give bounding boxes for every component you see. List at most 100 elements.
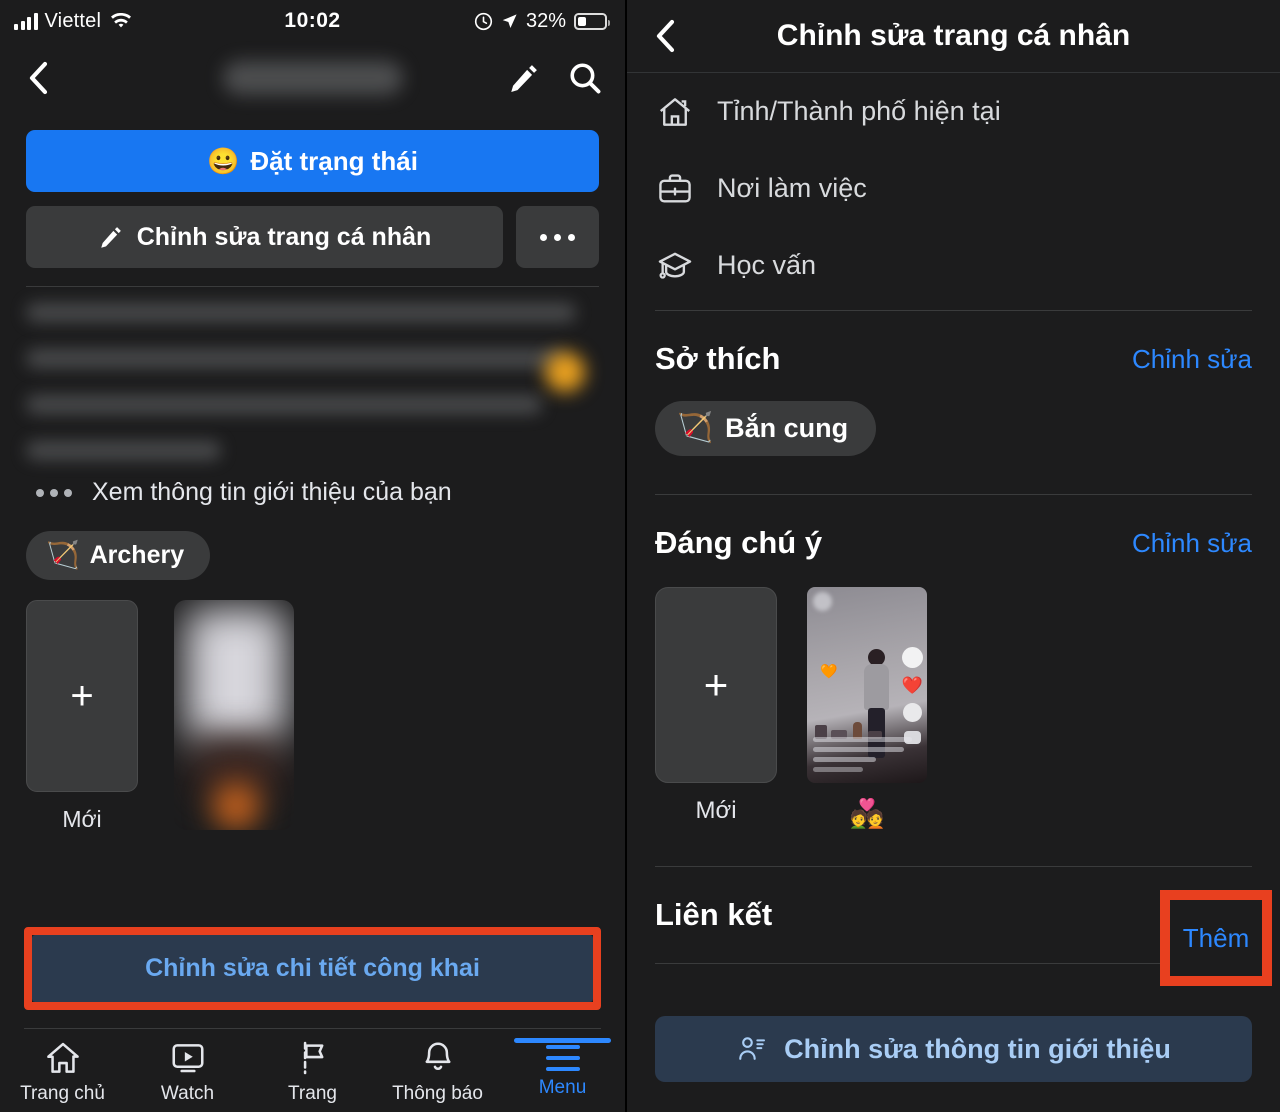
plus-icon: + — [70, 673, 94, 718]
hobbies-edit-link[interactable]: Chỉnh sửa — [1132, 344, 1252, 375]
set-status-button[interactable]: 😀 Đặt trạng thái — [26, 130, 599, 192]
see-about-info-row[interactable]: Xem thông tin giới thiệu của bạn — [26, 478, 599, 507]
featured-new-label: Mới — [695, 797, 737, 824]
header-icon-group — [507, 60, 603, 96]
edit-public-details-button[interactable]: Chỉnh sửa chi tiết công khai — [32, 935, 593, 1002]
hamburger-menu-icon — [545, 1045, 580, 1071]
left-phone-screen: Viettel 10:02 32% 😀 Đặt trạng thái Chỉnh… — [0, 0, 625, 1112]
wifi-icon — [110, 12, 132, 30]
menu-item-current-city[interactable]: Tỉnh/Thành phố hiện tại — [655, 73, 1252, 150]
edit-intro-button[interactable]: Chỉnh sửa thông tin giới thiệu — [655, 1016, 1252, 1082]
tab-notifications[interactable]: Thông báo — [375, 1032, 500, 1112]
search-icon[interactable] — [567, 60, 603, 96]
bow-and-arrow-icon: 🏹 — [46, 540, 80, 570]
back-button[interactable] — [649, 19, 683, 53]
ellipsis-icon — [26, 488, 72, 497]
edit-public-details-label: Chỉnh sửa chi tiết công khai — [145, 954, 480, 982]
featured-video-caption: 💑 — [849, 798, 885, 829]
back-button[interactable] — [22, 61, 56, 95]
thumbnail-reaction-icons: ❤️ — [902, 647, 923, 744]
highlight-box-public-details: Chỉnh sửa chi tiết công khai — [24, 927, 601, 1010]
bell-icon — [424, 1042, 451, 1070]
featured-row: + Mới — [26, 600, 599, 833]
thumbnail-caption-lines — [813, 737, 921, 777]
hobby-chip-label: Archery — [89, 541, 185, 569]
home-icon — [655, 92, 695, 132]
highlight-box-add-link: Thêm — [1160, 890, 1272, 986]
featured-new-label: Mới — [62, 806, 102, 832]
edit-profile-label: Chỉnh sửa trang cá nhân — [136, 222, 432, 251]
status-bar: Viettel 10:02 32% — [0, 0, 625, 42]
edit-profile-header: Chỉnh sửa trang cá nhân — [627, 0, 1280, 72]
see-about-info-label: Xem thông tin giới thiệu của bạn — [92, 478, 452, 506]
screenshot-root: Viettel 10:02 32% 😀 Đặt trạng thái Chỉnh… — [0, 0, 1280, 1112]
hobby-chip-archery[interactable]: 🏹 Archery — [26, 531, 211, 580]
add-featured-button[interactable]: + — [655, 587, 777, 783]
thumbnail-badge-icon — [813, 592, 832, 611]
featured-thumbnail-redacted[interactable] — [174, 600, 294, 830]
add-featured-button[interactable]: + — [26, 600, 138, 792]
more-options-button[interactable] — [516, 206, 599, 268]
tab-watch[interactable]: Watch — [125, 1032, 250, 1112]
hobby-chip-ban-cung[interactable]: 🏹 Bắn cung — [655, 401, 877, 456]
rotation-lock-icon — [474, 12, 493, 30]
active-tab-indicator — [514, 1038, 611, 1043]
page-title: Chỉnh sửa trang cá nhân — [776, 19, 1131, 52]
bio-text-redacted — [26, 287, 599, 460]
bottom-divider — [24, 1028, 601, 1029]
battery-percent-label: 32% — [525, 9, 566, 32]
pencil-icon — [100, 227, 121, 248]
menu-item-workplace-label: Nơi làm việc — [717, 173, 867, 203]
set-status-label: Đặt trạng thái — [250, 145, 418, 176]
featured-edit-link[interactable]: Chỉnh sửa — [1132, 528, 1252, 559]
flag-icon — [303, 1041, 323, 1075]
ellipsis-icon-dot — [554, 233, 561, 241]
home-icon — [46, 1042, 79, 1073]
links-add-link[interactable]: Thêm — [1170, 900, 1262, 976]
left-profile-header — [0, 42, 625, 114]
edit-profile-button[interactable]: Chỉnh sửa trang cá nhân — [26, 206, 503, 268]
profile-action-row: Chỉnh sửa trang cá nhân — [26, 206, 599, 268]
featured-section-title: Đáng chú ý — [655, 525, 823, 560]
hobbies-section-header: Sở thích Chỉnh sửa — [655, 311, 1252, 381]
pencil-icon[interactable] — [507, 61, 541, 95]
thumbnail-sticker: 🧡 — [820, 663, 838, 679]
graduation-cap-icon — [655, 246, 695, 286]
status-bar-right: 32% — [474, 9, 610, 33]
right-phone-screen: Chỉnh sửa trang cá nhân Tỉnh/Thành phố h… — [625, 0, 1280, 1112]
featured-items-row: + Mới 🧡 ❤️ 💑 — [655, 587, 1252, 830]
edit-intro-label: Chỉnh sửa thông tin giới thiệu — [784, 1033, 1171, 1064]
hobbies-section-title: Sở thích — [655, 341, 781, 376]
carrier-label: Viettel — [44, 9, 102, 32]
featured-new-item: + Mới — [655, 587, 777, 825]
tab-menu[interactable]: Menu — [500, 1032, 625, 1112]
featured-section-header: Đáng chú ý Chỉnh sửa — [655, 495, 1252, 565]
battery-icon — [574, 12, 610, 30]
ellipsis-icon-dot — [568, 233, 575, 241]
status-bar-left: Viettel — [14, 10, 132, 33]
cellular-signal-icon — [14, 12, 38, 30]
menu-item-current-city-label: Tỉnh/Thành phố hiện tại — [717, 96, 1001, 126]
location-arrow-icon — [502, 13, 517, 28]
tab-home[interactable]: Trang chủ — [0, 1032, 125, 1112]
hobby-chip-label: Bắn cung — [725, 413, 849, 443]
profile-name-redacted — [222, 61, 403, 95]
tab-pages[interactable]: Trang — [250, 1032, 375, 1112]
tab-menu-label: Menu — [538, 1077, 587, 1098]
plus-icon: + — [703, 661, 729, 708]
heart-icon: ❤️ — [901, 676, 923, 695]
menu-item-workplace[interactable]: Nơi làm việc — [655, 150, 1252, 227]
video-play-icon — [171, 1044, 204, 1073]
bow-and-arrow-icon: 🏹 — [677, 412, 714, 444]
tab-home-label: Trang chủ — [20, 1083, 105, 1104]
featured-video-item: 🧡 ❤️ 💑 — [807, 587, 927, 830]
tab-watch-label: Watch — [160, 1083, 215, 1104]
bio-emoji-redacted — [545, 352, 585, 392]
menu-item-education[interactable]: Học vấn — [655, 227, 1252, 304]
tab-pages-label: Trang — [288, 1083, 337, 1104]
briefcase-icon — [655, 169, 695, 209]
featured-video-thumbnail[interactable]: 🧡 ❤️ — [807, 587, 927, 783]
menu-item-education-label: Học vấn — [717, 250, 817, 280]
tab-notifications-label: Thông báo — [392, 1083, 483, 1104]
featured-new-item: + Mới — [26, 600, 138, 833]
